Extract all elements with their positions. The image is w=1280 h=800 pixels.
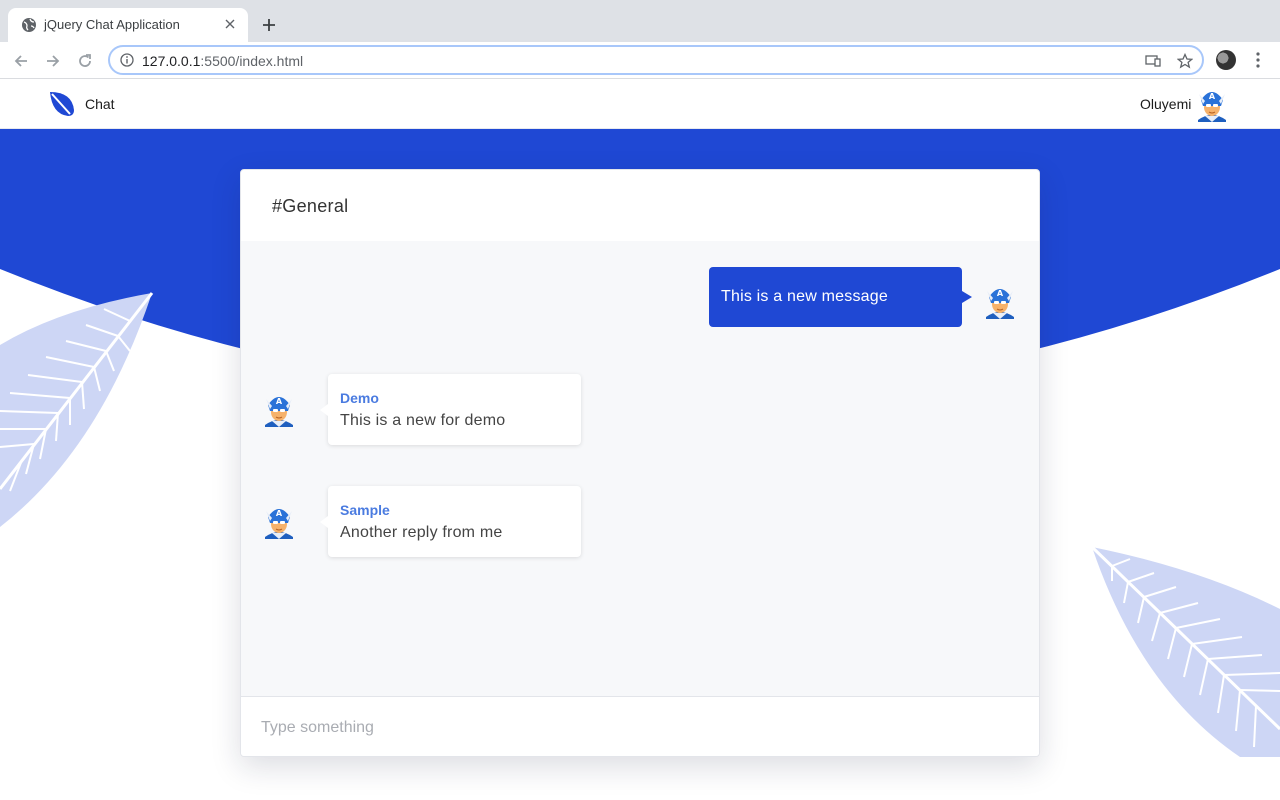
url-host: 127.0.0.1 — [142, 53, 201, 69]
forward-icon[interactable] — [42, 50, 64, 72]
avatar-icon — [264, 508, 294, 539]
message-sender: Sample — [340, 502, 390, 518]
cast-icon[interactable] — [1144, 52, 1162, 70]
message-sender: Demo — [340, 390, 379, 406]
brand-name: Chat — [85, 96, 115, 112]
message-text: This is a new for demo — [340, 412, 506, 429]
avatar-icon — [264, 396, 294, 427]
browser-tabstrip: jQuery Chat Application — [0, 0, 1280, 42]
globe-icon — [22, 18, 36, 32]
leaf-right-icon — [1090, 545, 1280, 757]
channel-header: #General — [241, 170, 1039, 241]
leaf-logo-icon — [50, 92, 74, 116]
new-tab-icon[interactable] — [258, 14, 280, 36]
info-icon[interactable] — [120, 53, 134, 67]
url-path: :5500/index.html — [200, 53, 304, 69]
channel-title: #General — [272, 196, 349, 216]
message-list: This is a new message Demo This is a new… — [241, 241, 1039, 697]
composer — [241, 697, 1039, 756]
menu-icon[interactable] — [1249, 49, 1267, 71]
outgoing-message: This is a new message — [709, 267, 972, 327]
browser-toolbar: 127.0.0.1:5500/index.html — [0, 42, 1280, 79]
profile-avatar[interactable] — [1216, 50, 1236, 70]
star-icon[interactable] — [1176, 52, 1194, 70]
chat-card: #General This is a new message Demo This… — [240, 169, 1040, 757]
username: Oluyemi — [1140, 96, 1192, 112]
message-text: Another reply from me — [340, 524, 503, 541]
incoming-message: Demo This is a new for demo — [320, 374, 581, 445]
tab-title: jQuery Chat Application — [44, 17, 180, 32]
avatar-icon — [985, 288, 1015, 319]
message-text: This is a new message — [721, 288, 888, 305]
message-input[interactable] — [261, 717, 1021, 739]
leaf-left-icon — [0, 292, 154, 527]
url-text: 127.0.0.1:5500/index.html — [142, 53, 303, 69]
back-icon[interactable] — [10, 50, 32, 72]
browser-tab[interactable]: jQuery Chat Application — [8, 8, 248, 42]
app-header: Chat Oluyemi — [0, 80, 1280, 129]
address-bar[interactable]: 127.0.0.1:5500/index.html — [108, 45, 1204, 75]
reload-icon[interactable] — [74, 50, 96, 72]
user-avatar-icon[interactable] — [1196, 86, 1228, 122]
incoming-message: Sample Another reply from me — [320, 486, 581, 557]
close-tab-icon[interactable] — [220, 14, 240, 34]
